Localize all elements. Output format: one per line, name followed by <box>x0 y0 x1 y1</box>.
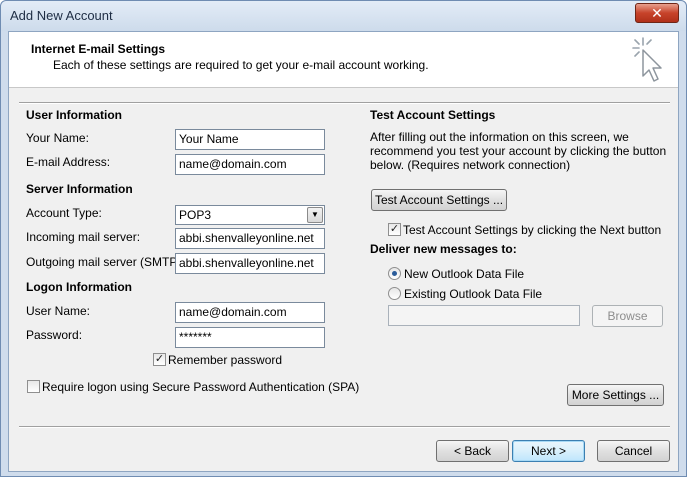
test-description-line-2: recommend you test your account by click… <box>370 144 667 158</box>
new-data-file-label[interactable]: New Outlook Data File <box>404 267 524 281</box>
test-description-line-1: After filling out the information on thi… <box>370 130 629 144</box>
chevron-down-icon[interactable]: ▼ <box>307 207 323 223</box>
top-separator <box>19 102 670 104</box>
test-account-settings-heading: Test Account Settings <box>370 108 496 122</box>
email-address-label: E-mail Address: <box>26 155 111 169</box>
dialog-header: Internet E-mail Settings Each of these s… <box>9 32 678 88</box>
deliver-messages-heading: Deliver new messages to: <box>370 242 517 256</box>
outgoing-server-field[interactable]: abbi.shenvalleyonline.net <box>175 253 325 274</box>
existing-data-file-radio[interactable] <box>388 287 401 300</box>
user-information-heading: User Information <box>26 108 123 122</box>
email-address-field[interactable]: name@domain.com <box>175 154 325 175</box>
outgoing-server-label: Outgoing mail server (SMTP): <box>26 255 185 269</box>
cancel-button[interactable]: Cancel <box>597 440 670 462</box>
header-subtitle: Each of these settings are required to g… <box>53 58 429 72</box>
password-field[interactable]: ******* <box>175 327 325 348</box>
remember-password-checkbox[interactable]: ✓ <box>153 353 166 366</box>
user-name-label: User Name: <box>26 304 91 318</box>
incoming-server-field[interactable]: abbi.shenvalleyonline.net <box>175 228 325 249</box>
user-name-field[interactable]: name@domain.com <box>175 302 325 323</box>
title-bar[interactable]: Add New Account ✕ <box>1 1 686 31</box>
remember-password-label[interactable]: Remember password <box>168 353 282 367</box>
logon-information-heading: Logon Information <box>26 280 132 294</box>
account-type-label: Account Type: <box>26 206 102 220</box>
dialog-client-area: Internet E-mail Settings Each of these s… <box>8 31 679 472</box>
browse-button[interactable]: Browse <box>592 305 663 327</box>
server-information-heading: Server Information <box>26 182 133 196</box>
your-name-label: Your Name: <box>26 131 89 145</box>
header-title: Internet E-mail Settings <box>31 42 166 56</box>
spa-label[interactable]: Require logon using Secure Password Auth… <box>42 380 359 394</box>
close-button[interactable]: ✕ <box>635 3 679 23</box>
your-name-field[interactable]: Your Name <box>175 129 325 150</box>
more-settings-button[interactable]: More Settings ... <box>567 384 664 406</box>
back-button[interactable]: < Back <box>436 440 509 462</box>
account-type-value: POP3 <box>179 208 212 222</box>
sparkle-cursor-icon <box>632 37 662 82</box>
data-file-path-field[interactable] <box>388 305 580 326</box>
test-by-next-label[interactable]: Test Account Settings by clicking the Ne… <box>403 223 661 237</box>
spa-checkbox[interactable] <box>27 380 40 393</box>
next-button[interactable]: Next > <box>512 440 585 462</box>
account-type-select[interactable]: POP3 ▼ <box>175 205 325 225</box>
password-label: Password: <box>26 328 83 342</box>
close-icon: ✕ <box>651 5 663 21</box>
bottom-separator <box>19 426 670 428</box>
add-account-window: Add New Account ✕ Internet E-mail Settin… <box>0 0 687 477</box>
existing-data-file-label[interactable]: Existing Outlook Data File <box>404 287 542 301</box>
test-by-next-checkbox[interactable]: ✓ <box>388 223 401 236</box>
window-title: Add New Account <box>10 8 113 23</box>
check-icon: ✓ <box>389 223 400 235</box>
incoming-server-label: Incoming mail server: <box>26 230 141 244</box>
check-icon: ✓ <box>154 353 165 365</box>
test-description-line-3: below. (Requires network connection) <box>370 158 571 172</box>
test-account-settings-button[interactable]: Test Account Settings ... <box>371 189 507 211</box>
new-data-file-radio[interactable] <box>388 267 401 280</box>
